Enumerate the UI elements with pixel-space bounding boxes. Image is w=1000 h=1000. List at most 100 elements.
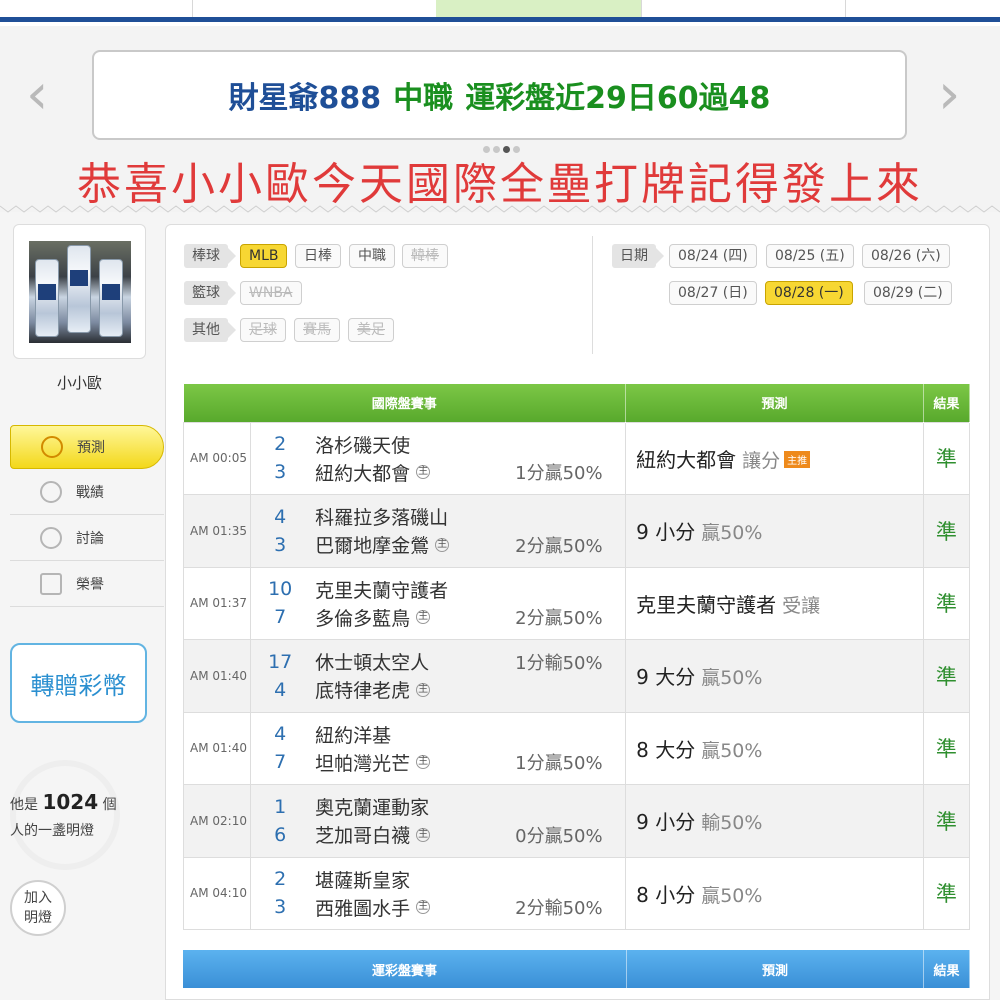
home-score: 4 (274, 678, 287, 701)
matchup: 1 奧克蘭運動家 6 芝加哥白襪主 0分贏50% (250, 784, 627, 858)
home-marker: 主 (435, 537, 450, 552)
header-prediction: 預測 (625, 384, 924, 422)
avatar[interactable] (29, 241, 131, 343)
header-intl-games: 國際盤賽事 (183, 384, 627, 422)
away-team: 4 科羅拉多落磯山 (251, 503, 625, 531)
table-row[interactable]: AM 01:35 4 科羅拉多落磯山 3 巴爾地摩金鶯主 2分贏50% 9 小分 贏50% 準 (182, 494, 971, 568)
odds-text: 1分贏50% (515, 463, 603, 485)
side-item-label: 戰績 (76, 484, 104, 501)
away-name[interactable]: 洛杉磯天使 (315, 431, 410, 458)
join-line1: 加入 (24, 890, 52, 906)
away-name[interactable]: 紐約洋基 (315, 721, 391, 748)
banner-card[interactable]: 財星爺888 中職 運彩盤近29日60過48 (92, 50, 907, 140)
gift-coins-button[interactable]: 轉贈彩幣 (10, 643, 147, 723)
prediction-detail: 讓分 (742, 449, 781, 472)
home-score: 3 (274, 461, 287, 484)
carousel-dot[interactable] (493, 146, 500, 153)
game-time: AM 01:40 (182, 711, 252, 785)
away-score: 2 (274, 868, 287, 891)
table-row[interactable]: AM 01:40 17 休士頓太空人 1分輸50% 4 底特律老虎主 9 大分 贏50% 準 (182, 639, 971, 713)
top-cell (192, 0, 193, 17)
result-status: 準 (922, 711, 971, 785)
home-name[interactable]: 底特律老虎 (315, 676, 410, 703)
search-record-icon (40, 480, 62, 503)
join-lamp-button[interactable]: 加入 明燈 (10, 880, 66, 936)
away-name[interactable]: 科羅拉多落磯山 (315, 503, 448, 530)
matchup: 4 科羅拉多落磯山 3 巴爾地摩金鶯主 2分贏50% (250, 494, 627, 568)
prediction: 紐約大都會 讓分 主推 (625, 421, 924, 495)
banner-name: 財星爺888 (228, 81, 382, 116)
home-name[interactable]: 紐約大都會 (315, 459, 410, 486)
join-line2: 明燈 (24, 910, 52, 926)
game-time: AM 01:35 (182, 494, 252, 568)
home-name[interactable]: 多倫多藍鳥 (315, 604, 410, 631)
next-arrow-icon[interactable]: › (938, 67, 960, 123)
home-team: 7 坦帕灣光芒主 1分贏50% (251, 748, 625, 776)
prev-arrow-icon[interactable]: ‹ (26, 67, 48, 123)
result-status: 準 (922, 421, 971, 495)
featured-badge: 主推 (784, 450, 811, 468)
banner: ‹ 財星爺888 中職 運彩盤近29日60過48 › 恭喜小小歐今天國際全壘打牌… (0, 26, 1000, 213)
carousel-dot-active[interactable] (503, 146, 510, 153)
banner-league: 中職 (393, 81, 454, 116)
away-team: 10 克里夫蘭守護者 (251, 575, 625, 603)
date-chip[interactable]: 08/27 (日) (669, 281, 757, 305)
side-item-predict[interactable]: 預測 (10, 425, 164, 469)
matchup: 4 紐約洋基 7 坦帕灣光芒主 1分贏50% (250, 711, 627, 785)
home-name[interactable]: 芝加哥白襪 (315, 821, 410, 848)
away-score: 4 (274, 723, 287, 746)
result-status: 準 (922, 784, 971, 858)
date-chip[interactable]: 08/24 (四) (669, 244, 757, 268)
odds-text: 2分贏50% (515, 608, 603, 630)
prediction-detail: 贏50% (701, 884, 763, 907)
carousel-dot[interactable] (483, 146, 490, 153)
sports-lottery-table: 運彩盤賽事 預測 結果 (183, 950, 970, 988)
date-chip[interactable]: 08/25 (五) (766, 244, 854, 268)
home-name[interactable]: 西雅圖水手 (315, 894, 410, 921)
side-item-honor[interactable]: 榮譽 (10, 561, 164, 607)
game-time: AM 01:40 (182, 639, 252, 713)
home-marker: 主 (416, 610, 431, 625)
table-row[interactable]: AM 01:40 4 紐約洋基 7 坦帕灣光芒主 1分贏50% 8 大分 贏50% 準 (182, 711, 971, 785)
odds-text: 0分贏50% (515, 825, 603, 847)
header-result: 結果 (923, 950, 970, 988)
home-marker: 主 (416, 900, 431, 915)
profile-card[interactable] (13, 224, 146, 359)
chip-cpbl[interactable]: 中職 (349, 244, 395, 268)
date-chip[interactable]: 08/26 (六) (862, 244, 950, 268)
filter-label-basketball: 籃球 (184, 281, 236, 305)
away-name[interactable]: 奧克蘭運動家 (315, 793, 429, 820)
home-score: 7 (274, 751, 287, 774)
odds-text: 2分輸50% (515, 898, 603, 920)
lamp-suffix: 個 (102, 797, 117, 813)
table-row[interactable]: AM 00:05 2 洛杉磯天使 3 紐約大都會主 1分贏50% 紐約大都會 讓分 主推準 (182, 421, 971, 495)
avatar-can (67, 245, 91, 333)
side-item-label: 榮譽 (76, 576, 104, 593)
date-chip[interactable]: 08/29 (二) (864, 281, 952, 305)
table-row[interactable]: AM 01:37 10 克里夫蘭守護者 7 多倫多藍鳥主 2分贏50% 克里夫蘭守護者 受讓準 (182, 566, 971, 640)
prediction-detail: 贏50% (701, 667, 763, 690)
odds-text: 2分贏50% (515, 535, 603, 557)
side-item-record[interactable]: 戰績 (10, 469, 164, 515)
odds-text: 1分贏50% (515, 753, 603, 775)
away-name[interactable]: 堪薩斯皇家 (315, 866, 410, 893)
chip-mlb[interactable]: MLB (240, 244, 288, 268)
prediction-pick: 9 小分 (636, 520, 696, 545)
side-item-discuss[interactable]: 討論 (10, 515, 164, 561)
away-name[interactable]: 休士頓太空人 (315, 648, 429, 675)
date-chip-active[interactable]: 08/28 (一) (765, 281, 853, 305)
table-row[interactable]: AM 02:10 1 奧克蘭運動家 6 芝加哥白襪主 0分贏50% 9 小分 輸50% 準 (182, 784, 971, 858)
home-name[interactable]: 巴爾地摩金鶯 (315, 531, 429, 558)
chip-horse: 賽馬 (294, 318, 340, 342)
prediction-pick: 9 小分 (636, 810, 696, 835)
chip-npb[interactable]: 日棒 (295, 244, 341, 268)
medal-icon (40, 572, 62, 595)
away-score: 1 (274, 795, 287, 818)
away-score: 10 (268, 578, 293, 601)
top-bar (0, 17, 1000, 22)
away-name[interactable]: 克里夫蘭守護者 (315, 576, 448, 603)
carousel-dot[interactable] (513, 146, 520, 153)
home-name[interactable]: 坦帕灣光芒 (315, 749, 410, 776)
table-row[interactable]: AM 04:10 2 堪薩斯皇家 3 西雅圖水手主 2分輸50% 8 小分 贏50% 準 (182, 856, 971, 930)
top-cell (845, 0, 846, 17)
